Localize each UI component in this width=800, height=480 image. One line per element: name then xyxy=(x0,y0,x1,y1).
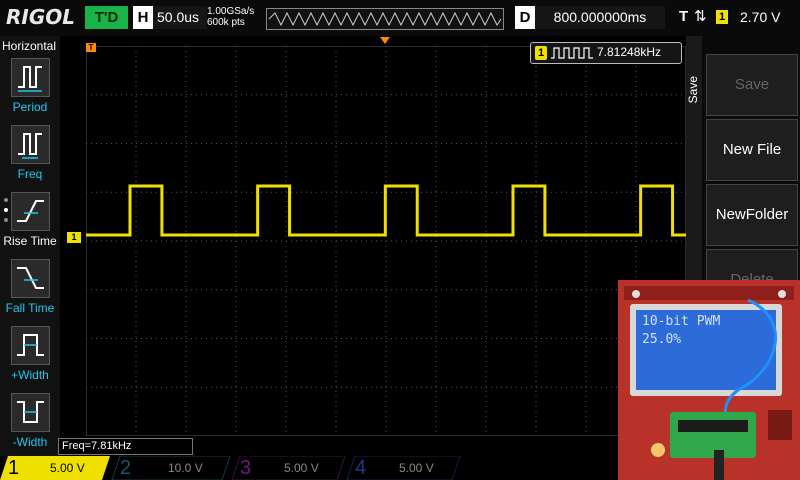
channel-1-number: 1 xyxy=(8,457,20,479)
measure-menu: Horizontal Period Freq Rise Time Fall Ti… xyxy=(0,36,60,456)
positive-width-icon xyxy=(11,326,50,365)
run-status-badge[interactable]: T'D xyxy=(85,6,128,29)
channel-4-number: 4 xyxy=(355,457,367,479)
delay-value[interactable]: 800.000000ms xyxy=(535,6,665,29)
menu-item-label: Period xyxy=(12,100,48,114)
memory-overview-strip[interactable] xyxy=(266,8,504,30)
channel-2-tab[interactable]: 2 10.0 V xyxy=(112,456,230,480)
timebase-key: H xyxy=(133,6,153,29)
graticule xyxy=(86,46,686,436)
channel-3-number: 3 xyxy=(240,457,252,479)
save-menu-title: Save xyxy=(686,76,700,104)
negative-width-icon xyxy=(11,393,50,432)
save-button[interactable]: Save xyxy=(706,54,798,116)
rise-time-icon xyxy=(11,192,50,231)
menu-title: Horizontal xyxy=(2,39,57,53)
trigger-source-badge[interactable]: 1 xyxy=(716,10,728,24)
channel-2-scale: 10.0 V xyxy=(168,461,203,475)
channel-1-tab[interactable]: 1 5.00 V xyxy=(0,456,110,480)
time-offset-marker: T xyxy=(86,43,96,52)
channel-1-offset-marker[interactable]: 1 xyxy=(67,232,81,243)
memory-depth: 600k pts xyxy=(207,17,245,28)
menu-item-label: +Width xyxy=(11,368,49,382)
pcb-illustration xyxy=(618,280,800,480)
menu-item-label: -Width xyxy=(12,435,48,449)
menu-item-label: Fall Time xyxy=(5,301,55,315)
delay-key: D xyxy=(515,6,535,29)
lcd-line-1: 10-bit PWM xyxy=(642,314,721,329)
frequency-counter: 1 7.81248kHz xyxy=(530,42,682,64)
lcd-line-2: 25.0% xyxy=(642,332,682,347)
trigger-edge-icon[interactable]: ⇅ xyxy=(694,7,707,25)
menu-item-positive-width[interactable]: +Width xyxy=(0,324,60,390)
channel-4-scale: 5.00 V xyxy=(399,461,434,475)
menu-item-negative-width[interactable]: -Width xyxy=(0,391,60,457)
waveform-grid[interactable] xyxy=(86,46,686,436)
freq-channel-badge: 1 xyxy=(535,46,547,60)
channel-3-tab[interactable]: 3 5.00 V xyxy=(232,456,345,480)
fall-time-icon xyxy=(11,259,50,298)
trigger-key: T xyxy=(679,8,689,25)
menu-item-fall-time[interactable]: Fall Time xyxy=(0,257,60,323)
square-wave-icon xyxy=(551,47,593,59)
menu-item-period[interactable]: Period xyxy=(0,56,60,122)
freq-icon xyxy=(11,125,50,164)
menu-item-label: Freq xyxy=(17,167,43,181)
freq-counter-value: 7.81248kHz xyxy=(597,45,662,59)
new-file-button[interactable]: New File xyxy=(706,119,798,181)
measurement-result: Freq=7.81kHz xyxy=(58,438,193,455)
sample-rate: 1.00GSa/s xyxy=(207,6,255,17)
menu-item-label: Rise Time xyxy=(3,234,57,248)
channel-2-number: 2 xyxy=(120,457,132,479)
menu-page-dots-icon xyxy=(4,198,8,222)
channel-4-tab[interactable]: 4 5.00 V xyxy=(347,456,460,480)
timebase-value[interactable]: 50.0us xyxy=(153,6,207,29)
menu-item-freq[interactable]: Freq xyxy=(0,123,60,189)
channel-1-scale: 5.00 V xyxy=(50,461,85,475)
sample-info: 1.00GSa/s 600k pts xyxy=(207,6,254,28)
channel-3-scale: 5.00 V xyxy=(284,461,319,475)
top-status-bar: RIGOL T'D H 50.0us 1.00GSa/s 600k pts D … xyxy=(0,0,800,36)
trigger-level[interactable]: 2.70 V xyxy=(740,9,780,25)
tester-board-photo: 10-bit PWM 25.0% xyxy=(618,280,800,480)
horizontal-trigger-position-marker[interactable] xyxy=(380,37,390,44)
channel-1-trace xyxy=(86,184,686,237)
brand-logo: RIGOL xyxy=(6,5,76,29)
new-folder-button[interactable]: NewFolder xyxy=(706,184,798,246)
memory-waveform-icon xyxy=(268,11,502,27)
period-icon xyxy=(11,58,50,97)
